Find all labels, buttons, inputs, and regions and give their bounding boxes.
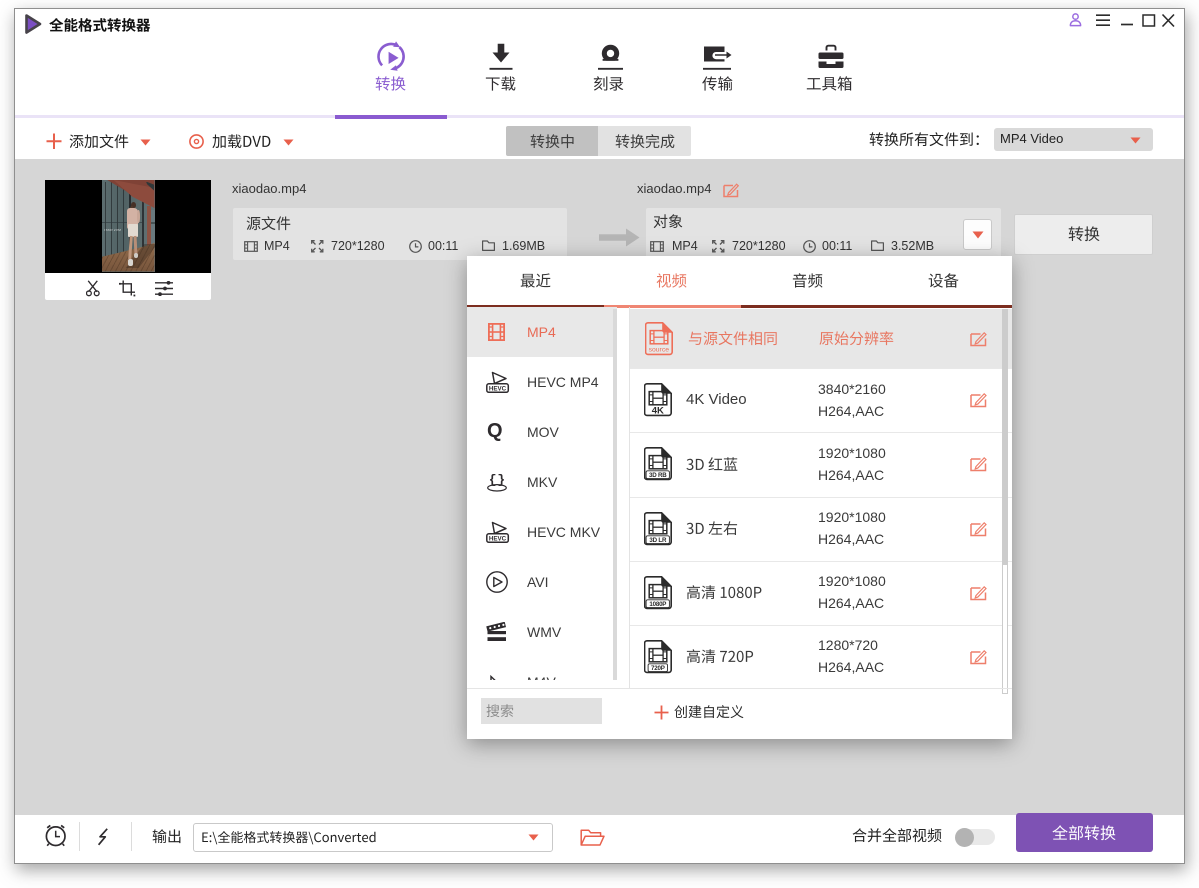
svg-text:3D LR: 3D LR: [649, 536, 667, 543]
svg-text:HEVC: HEVC: [488, 536, 506, 543]
svg-text:HEVC: HEVC: [488, 386, 506, 393]
svg-text:720P: 720P: [651, 664, 665, 671]
svg-text:3D RB: 3D RB: [649, 472, 667, 479]
svg-text:1080P: 1080P: [649, 600, 666, 607]
svg-text:source: source: [649, 346, 670, 353]
svg-text:4K: 4K: [652, 405, 664, 416]
